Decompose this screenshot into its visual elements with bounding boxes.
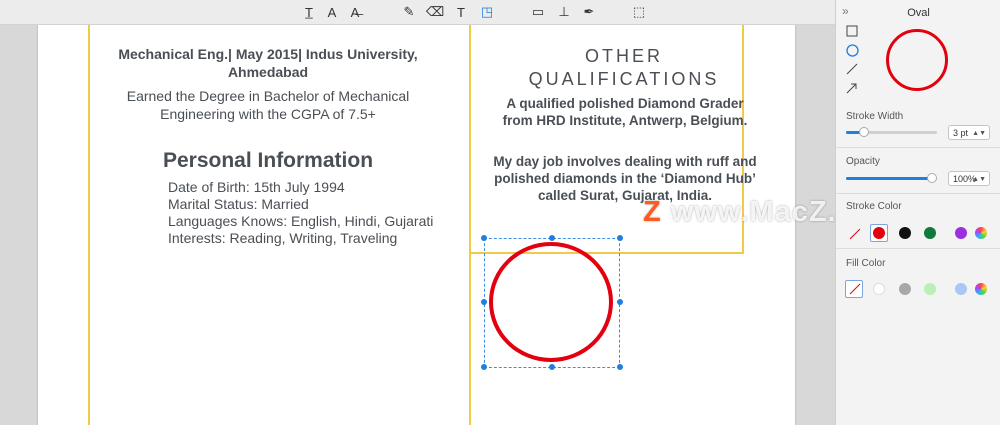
- stamp-icon[interactable]: ⊥: [555, 3, 573, 21]
- properties-panel: » Oval Stroke Width 3 pt ▲▼ Opacity 100% ▲…: [835, 0, 1000, 425]
- resize-handle[interactable]: [617, 364, 623, 370]
- resize-handle[interactable]: [481, 235, 487, 241]
- pdf-page: Mechanical Eng.| May 2015| Indus Univers…: [38, 25, 795, 425]
- strikethrough-icon[interactable]: A̶: [346, 3, 364, 21]
- text-tool-icon[interactable]: T: [452, 3, 470, 21]
- stroke-width-value: 3 pt: [953, 128, 969, 138]
- resize-handle[interactable]: [481, 364, 487, 370]
- education-section: Mechanical Eng.| May 2015| Indus Univers…: [98, 45, 438, 123]
- comment-icon[interactable]: ▭: [529, 3, 547, 21]
- divider: [836, 248, 1000, 249]
- slider-knob[interactable]: [927, 173, 937, 183]
- stroke-color-swatch[interactable]: [924, 227, 936, 239]
- stroke-color-swatch[interactable]: [955, 227, 967, 239]
- resize-handle[interactable]: [549, 364, 555, 370]
- text-edit-icon[interactable]: A: [323, 3, 341, 21]
- fill-color-swatch[interactable]: [873, 283, 885, 295]
- chevron-down-icon: ▲▼: [972, 176, 986, 183]
- arrow-shape-icon[interactable]: [845, 81, 859, 95]
- heading-line: QUALIFICATIONS: [528, 69, 720, 89]
- fill-color-swatch[interactable]: [899, 283, 911, 295]
- qualification-paragraph: My day job involves dealing with ruff an…: [493, 154, 757, 203]
- divider: [836, 193, 1000, 194]
- resize-handle[interactable]: [481, 299, 487, 305]
- no-fill-icon[interactable]: [848, 282, 862, 296]
- fill-color-swatch[interactable]: [924, 283, 936, 295]
- opacity-slider[interactable]: [846, 173, 937, 183]
- resize-handle[interactable]: [617, 299, 623, 305]
- opacity-select[interactable]: 100% ▲▼: [948, 171, 990, 186]
- resize-handle[interactable]: [549, 235, 555, 241]
- stroke-color-swatch[interactable]: [873, 227, 885, 239]
- stroke-width-slider[interactable]: [846, 127, 937, 137]
- opacity-label: Opacity: [846, 156, 880, 167]
- no-color-icon[interactable]: [848, 227, 862, 241]
- crop-selection-icon[interactable]: ⬚: [630, 3, 648, 21]
- page-border-left: [88, 25, 90, 425]
- rectangle-shape-icon[interactable]: [845, 24, 859, 38]
- education-title: Mechanical Eng.| May 2015| Indus Univers…: [118, 46, 418, 80]
- panel-title: Oval: [907, 7, 930, 19]
- slider-fill: [846, 177, 932, 180]
- oval-shape-icon[interactable]: [845, 43, 859, 57]
- stroke-color-label: Stroke Color: [846, 201, 902, 212]
- personal-info-line: Marital Status: Married: [168, 196, 309, 212]
- pencil-icon[interactable]: ✎: [400, 3, 418, 21]
- line-shape-icon[interactable]: [845, 62, 859, 76]
- heading-line: OTHER: [585, 46, 663, 66]
- divider: [836, 147, 1000, 148]
- personal-info-line: Interests: Reading, Writing, Traveling: [168, 230, 398, 246]
- fill-color-swatch[interactable]: [955, 283, 967, 295]
- fill-color-label: Fill Color: [846, 258, 886, 269]
- eraser-icon[interactable]: ⌫: [426, 3, 444, 21]
- stroke-width-select[interactable]: 3 pt ▲▼: [948, 125, 990, 140]
- document-canvas: Mechanical Eng.| May 2015| Indus Univers…: [0, 25, 835, 425]
- shapes-icon[interactable]: ◳: [478, 3, 496, 21]
- stroke-width-label: Stroke Width: [846, 111, 904, 122]
- qualification-paragraph: A qualified polished Diamond Grader from…: [502, 96, 748, 128]
- education-description: Earned the Degree in Bachelor of Mechani…: [126, 88, 410, 122]
- text-box-icon[interactable]: T̲: [300, 3, 318, 21]
- chevron-down-icon: ▲▼: [972, 130, 986, 137]
- slider-knob[interactable]: [859, 127, 869, 137]
- stroke-color-swatch[interactable]: [899, 227, 911, 239]
- other-qualifications-heading: OTHER QUALIFICATIONS: [470, 45, 778, 91]
- personal-info-heading: Personal Information: [162, 149, 374, 172]
- annotation-toolbar: T̲ A A̶ ✎ ⌫ T ◳ ▭ ⊥ ✒ ⬚: [0, 0, 835, 25]
- resize-handle[interactable]: [617, 235, 623, 241]
- pen-nib-icon[interactable]: ✒: [580, 3, 598, 21]
- personal-info-line: Date of Birth: 15th July 1994: [168, 179, 345, 195]
- personal-info-line: Languages Knows: English, Hindi, Gujarat…: [168, 213, 434, 229]
- oval-annotation[interactable]: [489, 242, 613, 362]
- color-picker-icon[interactable]: [975, 283, 987, 295]
- shape-preview: [886, 29, 948, 91]
- color-picker-icon[interactable]: [975, 227, 987, 239]
- personal-info-list: Date of Birth: 15th July 1994 Marital St…: [168, 179, 468, 247]
